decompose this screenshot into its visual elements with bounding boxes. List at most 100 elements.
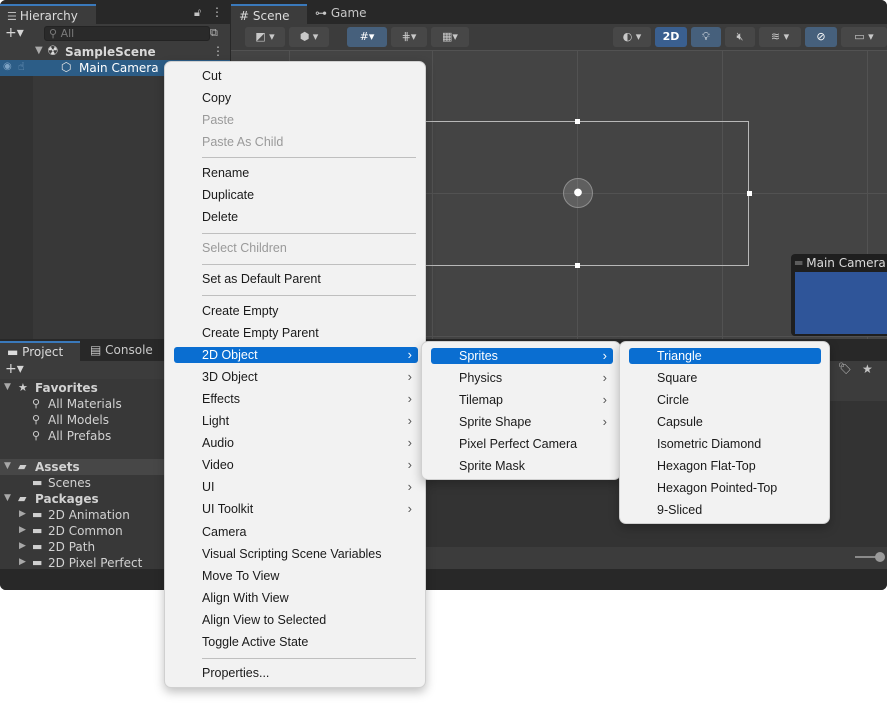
menu-item-camera[interactable]: Camera — [174, 524, 418, 540]
increment-snap-dropdown[interactable]: ⋕▾ — [391, 27, 427, 47]
menu-item-3d-object[interactable]: 3D Object › — [174, 369, 418, 385]
collapse-arrow-icon[interactable]: ▶ — [19, 525, 26, 535]
shading-sphere-icon: ◐ ▾ — [622, 30, 642, 43]
search-by-type-icon[interactable]: ⧉ — [210, 26, 218, 40]
gizmo-orientation-dropdown[interactable]: ⬢ ▾ — [289, 27, 329, 47]
grid-snap-dropdown[interactable]: #▾ — [347, 27, 387, 47]
visibility-eye-icon[interactable]: ◉ — [3, 61, 12, 72]
menu-item-circle[interactable]: Circle — [629, 392, 821, 408]
assets-row[interactable]: ▼ ▰ Assets — [0, 459, 165, 475]
scene-options-icon[interactable]: ⋮ — [212, 44, 224, 58]
favorite-item[interactable]: ⚲ All Prefabs — [0, 428, 165, 444]
menu-item-delete[interactable]: Delete — [174, 209, 418, 225]
menu-item-triangle[interactable]: Triangle — [629, 348, 821, 364]
icon-size-slider-track[interactable] — [855, 556, 877, 558]
pickable-hand-icon[interactable]: ☝ — [18, 60, 25, 73]
menu-item-hexagon-pointed-top[interactable]: Hexagon Pointed-Top — [629, 480, 821, 496]
menu-item-set-default-parent[interactable]: Set as Default Parent — [174, 271, 418, 287]
menu-item-rename[interactable]: Rename — [174, 165, 418, 181]
tab-project[interactable]: ▬ Project — [0, 341, 80, 361]
package-item[interactable]: ▶ ▬ 2D Animation — [0, 507, 165, 523]
rect-handle[interactable] — [575, 263, 580, 268]
menu-item-copy[interactable]: Copy — [174, 90, 418, 106]
favorite-star-icon[interactable]: ★ — [862, 362, 873, 376]
menu-item-align-view-to-selected[interactable]: Align View to Selected — [174, 612, 418, 628]
menu-item-cut[interactable]: Cut — [174, 68, 418, 84]
favorites-row[interactable]: ▼ ★ Favorites — [0, 380, 165, 396]
expand-arrow-icon[interactable]: ▼ — [4, 461, 11, 471]
menu-item-isometric-diamond[interactable]: Isometric Diamond — [629, 436, 821, 452]
camera-gizmo-icon[interactable]: ● — [563, 178, 593, 208]
collapse-arrow-icon[interactable]: ▶ — [19, 541, 26, 551]
menu-item-pixel-perfect-camera[interactable]: Pixel Perfect Camera — [431, 436, 613, 452]
menu-item-light[interactable]: Light › — [174, 413, 418, 429]
label-filter-icon[interactable]: 🏷︎ — [838, 362, 852, 375]
menu-item-label: Physics — [459, 371, 503, 385]
menu-item-hexagon-flat-top[interactable]: Hexagon Flat-Top — [629, 458, 821, 474]
more-options-icon[interactable]: ⋮ — [211, 5, 223, 19]
folder-item[interactable]: ▬ Scenes — [0, 475, 165, 491]
camera-preview-overlay[interactable]: ═ Main Camera — [791, 254, 887, 336]
menu-item-audio[interactable]: Audio › — [174, 435, 418, 451]
menu-item-capsule[interactable]: Capsule — [629, 414, 821, 430]
shading-mode-dropdown[interactable]: ◐ ▾ — [613, 27, 651, 47]
menu-item-move-to-view[interactable]: Move To View — [174, 568, 418, 584]
menu-item-duplicate[interactable]: Duplicate — [174, 187, 418, 203]
menu-item-select-children: Select Children — [174, 240, 418, 256]
add-dropdown-button[interactable]: +▾ — [5, 25, 24, 41]
menu-item-square[interactable]: Square — [629, 370, 821, 386]
menu-item-sprite-shape[interactable]: Sprite Shape › — [431, 414, 613, 430]
menu-item-9-sliced[interactable]: 9-Sliced — [629, 502, 821, 518]
drag-grip-icon[interactable]: ═ — [795, 256, 802, 270]
menu-item-ui[interactable]: UI › — [174, 479, 418, 495]
menu-item-ui-toolkit[interactable]: UI Toolkit › — [174, 501, 418, 517]
rect-handle[interactable] — [747, 191, 752, 196]
lighting-toggle-button[interactable]: 💡︎ — [691, 27, 721, 47]
tab-console[interactable]: ▤ Console — [90, 343, 153, 357]
menu-item-label: Align With View — [202, 591, 289, 605]
expand-arrow-icon[interactable]: ▼ — [35, 45, 43, 56]
menu-item-sprites[interactable]: Sprites › — [431, 348, 613, 364]
submenu-arrow-icon: › — [407, 413, 412, 428]
hierarchy-search-input[interactable]: ⚲ All — [44, 26, 210, 41]
project-add-button[interactable]: +▾ — [5, 361, 24, 377]
menu-item-properties[interactable]: Properties... — [174, 665, 418, 681]
expand-arrow-icon[interactable]: ▼ — [4, 382, 11, 392]
hierarchy-gutter — [0, 44, 33, 339]
menu-item-visual-scripting-scene-variables[interactable]: Visual Scripting Scene Variables — [174, 546, 418, 562]
menu-item-2d-object[interactable]: 2D Object › — [174, 347, 418, 363]
rect-handle[interactable] — [575, 119, 580, 124]
favorite-item[interactable]: ⚲ All Materials — [0, 396, 165, 412]
effects-dropdown[interactable]: ≋ ▾ — [759, 27, 801, 47]
collapse-arrow-icon[interactable]: ▶ — [19, 557, 26, 567]
menu-item-toggle-active-state[interactable]: Toggle Active State — [174, 634, 418, 650]
packages-row[interactable]: ▼ ▰ Packages — [0, 491, 165, 507]
favorite-item[interactable]: ⚲ All Models — [0, 412, 165, 428]
draw-mode-dropdown[interactable]: ◩ ▾ — [245, 27, 285, 47]
lock-icon[interactable]: 🔓︎ — [194, 6, 201, 20]
camera-settings-dropdown[interactable]: ▭ ▾ — [841, 27, 887, 47]
menu-item-create-empty-parent[interactable]: Create Empty Parent — [174, 325, 418, 341]
menu-item-sprite-mask[interactable]: Sprite Mask — [431, 458, 613, 474]
grid-visibility-dropdown[interactable]: ▦▾ — [431, 27, 469, 47]
menu-item-video[interactable]: Video › — [174, 457, 418, 473]
tab-scene[interactable]: # Scene — [231, 4, 307, 24]
package-item[interactable]: ▶ ▬ 2D Path — [0, 539, 165, 555]
collapse-arrow-icon[interactable]: ▶ — [19, 509, 26, 519]
icon-size-slider-knob[interactable] — [875, 552, 885, 562]
tab-hierarchy[interactable]: ☰ Hierarchy — [0, 4, 96, 24]
package-item[interactable]: ▶ ▬ 2D Common — [0, 523, 165, 539]
expand-arrow-icon[interactable]: ▼ — [4, 493, 11, 503]
tab-game[interactable]: ⊶ Game — [315, 6, 367, 20]
menu-item-tilemap[interactable]: Tilemap › — [431, 392, 613, 408]
scene-visibility-toggle[interactable]: ⊘ — [805, 27, 837, 47]
menu-item-align-with-view[interactable]: Align With View — [174, 590, 418, 606]
menu-item-effects[interactable]: Effects › — [174, 391, 418, 407]
folder-label: Scenes — [48, 476, 91, 490]
audio-toggle-button[interactable]: 🔇︎ — [725, 27, 755, 47]
menu-item-physics[interactable]: Physics › — [431, 370, 613, 386]
menu-item-label: 2D Object — [202, 348, 258, 362]
scene-root-row[interactable]: ▼ ☢ SampleScene ⋮ — [0, 44, 230, 60]
toggle-2d-button[interactable]: 2D — [655, 27, 687, 47]
menu-item-create-empty[interactable]: Create Empty — [174, 303, 418, 319]
